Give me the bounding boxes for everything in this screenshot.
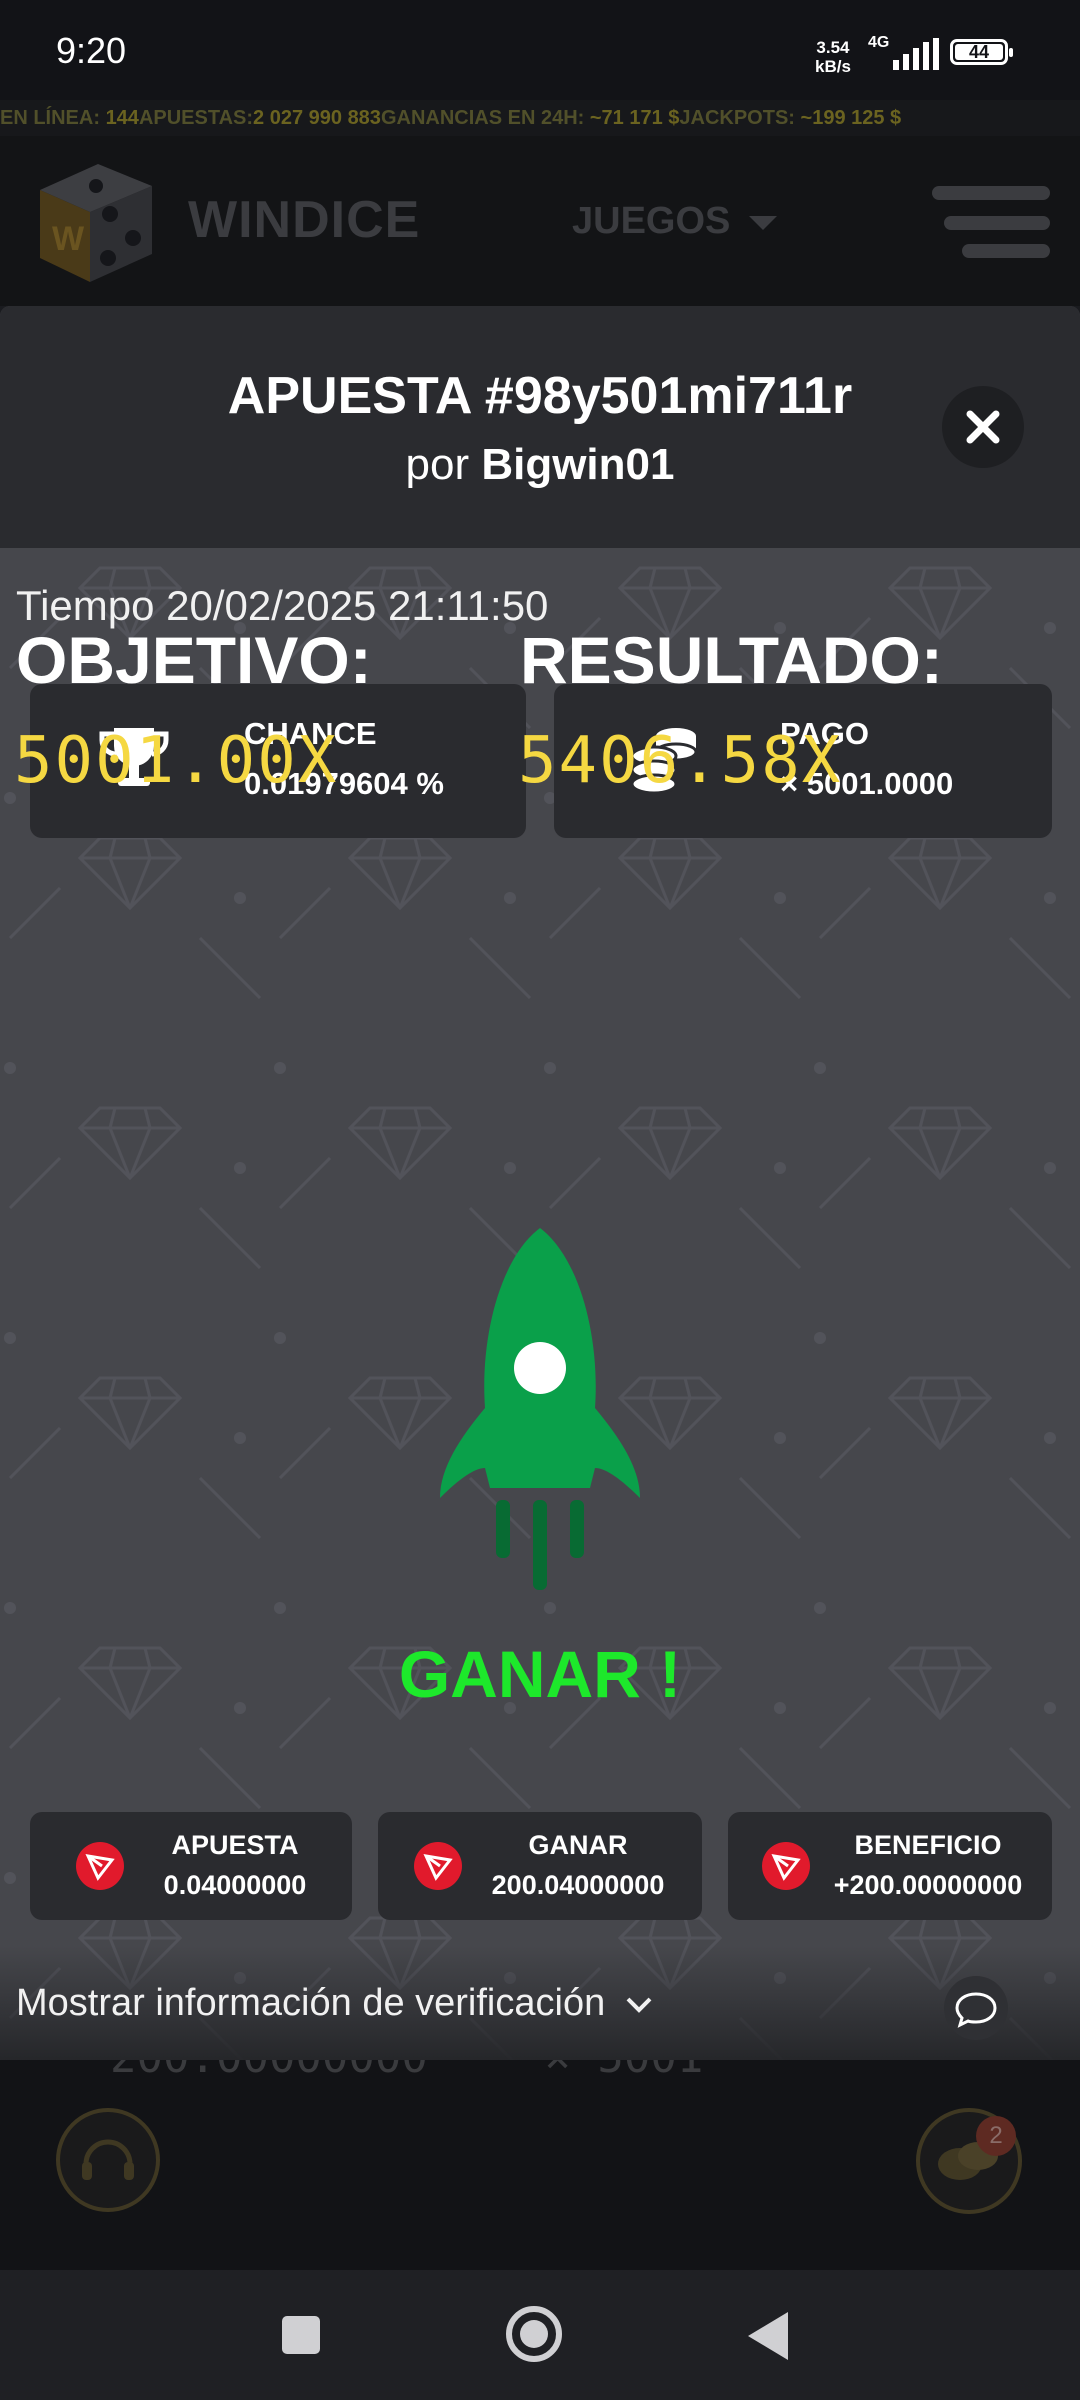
tron-icon	[762, 1842, 810, 1890]
result-label: RESULTADO:	[520, 623, 943, 697]
modal-header: APUESTA #98y501mi711r por Bigwin01	[0, 306, 1080, 548]
bet-id-title: APUESTA #98y501mi711r	[227, 367, 853, 425]
headset-icon	[82, 2139, 134, 2180]
close-icon	[966, 410, 1000, 444]
profit-value: +200.00000000	[833, 1870, 1023, 1900]
games-menu[interactable]: JUEGOS	[572, 200, 777, 243]
profit-label: BENEFICIO	[854, 1830, 1002, 1860]
status-bar: 9:20 3.54 kB/s 4G 44	[0, 0, 1080, 100]
site-header	[0, 136, 1080, 306]
status-time: 9:20	[56, 30, 127, 71]
battery-icon: 44	[950, 39, 1013, 65]
chevron-down-icon	[626, 1997, 652, 2013]
network-type: 4G	[868, 34, 890, 51]
signal-icon	[893, 38, 939, 70]
rocket-icon	[440, 1228, 640, 1590]
network-speed: 3.54 kB/s	[815, 38, 851, 76]
chat-button[interactable]	[944, 1976, 1008, 2040]
win-amount-label: GANAR	[528, 1830, 628, 1860]
username-link[interactable]: Bigwin01	[481, 440, 674, 489]
site-logo-text[interactable]: WINDICE	[188, 190, 420, 250]
chat-bubble-icon	[955, 1992, 997, 2028]
win-amount-card: GANAR 200.04000000	[378, 1812, 702, 1920]
bet-amount-value: 0.04000000	[163, 1870, 307, 1900]
result-value: 5406.58X	[518, 724, 843, 798]
back-button[interactable]	[748, 2312, 788, 2360]
bet-author: por Bigwin01	[405, 440, 675, 489]
verification-toggle[interactable]: Mostrar información de verificación	[16, 1982, 654, 2025]
target-value: 5001.00X	[14, 724, 339, 798]
dice-logo-icon[interactable]: W	[30, 150, 160, 290]
outcome-text: GANAR !	[398, 1637, 682, 1711]
tron-icon	[414, 1842, 462, 1890]
tron-icon	[76, 1842, 124, 1890]
battery-level: 44	[955, 43, 1003, 61]
bet-details-modal: APUESTA #98y501mi711r por Bigwin01 Tiemp…	[0, 306, 1080, 2060]
win-amount-value: 200.04000000	[491, 1870, 665, 1900]
unread-badge: 2	[976, 2116, 1016, 2156]
hamburger-menu-icon[interactable]	[932, 186, 1052, 262]
bet-amount-label: APUESTA	[171, 1830, 299, 1860]
close-button[interactable]	[942, 386, 1024, 468]
caret-down-icon	[748, 215, 777, 230]
stats-ticker: EN LÍNEA: 144APUESTAS:2 027 990 883GANAN…	[0, 100, 1080, 136]
home-button[interactable]	[506, 2306, 562, 2362]
recents-button[interactable]	[282, 2316, 320, 2354]
svg-text:W: W	[52, 220, 85, 258]
bet-amount-card: APUESTA 0.04000000	[30, 1812, 352, 1920]
support-headset-button[interactable]	[56, 2108, 160, 2212]
target-label: OBJETIVO:	[16, 623, 372, 697]
profit-card: BENEFICIO +200.00000000	[728, 1812, 1052, 1920]
